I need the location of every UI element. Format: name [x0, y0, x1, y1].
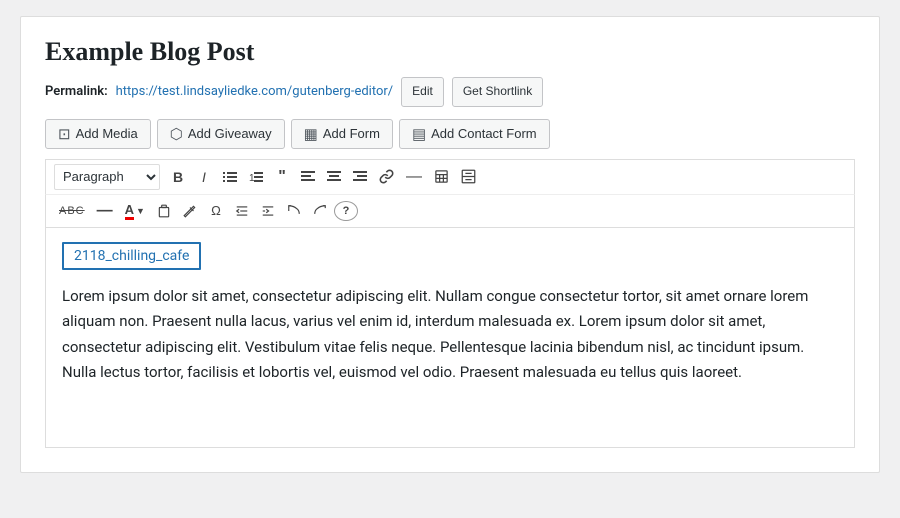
post-slug[interactable]: 2118_chilling_cafe: [62, 242, 201, 270]
svg-text:1.: 1.: [249, 173, 257, 184]
contact-form-icon: ▤: [412, 125, 426, 143]
outdent-button[interactable]: [230, 201, 254, 221]
table-button[interactable]: [429, 166, 454, 187]
more-button[interactable]: [456, 166, 481, 187]
link-button[interactable]: [374, 166, 399, 187]
media-toolbar-row: ⊡ Add Media ⬡ Add Giveaway ▦ Add Form ▤ …: [45, 119, 855, 149]
edit-permalink-button[interactable]: Edit: [401, 77, 444, 107]
clear-formatting-button[interactable]: [178, 201, 202, 221]
add-giveaway-label: Add Giveaway: [188, 126, 272, 141]
add-contact-form-button[interactable]: ▤ Add Contact Form: [399, 119, 550, 149]
font-color-button[interactable]: A ▼: [120, 199, 150, 223]
format-toolbar-1: Paragraph Heading 1 Heading 2 Heading 3 …: [45, 159, 855, 194]
format-toolbar-2: ABC — A ▼ Ω ?: [45, 194, 855, 228]
add-giveaway-button[interactable]: ⬡ Add Giveaway: [157, 119, 285, 149]
giveaway-icon: ⬡: [170, 125, 183, 143]
strikethrough-button[interactable]: ABC: [54, 202, 90, 220]
get-shortlink-button[interactable]: Get Shortlink: [452, 77, 543, 107]
editor-content-area[interactable]: 2118_chilling_cafe Lorem ipsum dolor sit…: [45, 228, 855, 448]
indent-button[interactable]: [256, 201, 280, 221]
undo-button[interactable]: [282, 201, 306, 221]
numbered-list-button[interactable]: 1.: [244, 167, 268, 187]
align-left-button[interactable]: [296, 168, 320, 186]
help-button[interactable]: ?: [334, 201, 358, 221]
em-dash-button[interactable]: —: [92, 199, 118, 223]
add-form-button[interactable]: ▦ Add Form: [291, 119, 393, 149]
redo-button[interactable]: [308, 201, 332, 221]
bold-button[interactable]: B: [166, 166, 190, 188]
horizontal-rule-button[interactable]: —: [401, 165, 427, 189]
form-icon: ▦: [304, 125, 318, 143]
editor-container: Example Blog Post Permalink: https://tes…: [20, 16, 880, 473]
body-text: Lorem ipsum dolor sit amet, consectetur …: [62, 284, 838, 386]
add-media-button[interactable]: ⊡ Add Media: [45, 119, 151, 149]
add-form-label: Add Form: [323, 126, 380, 141]
permalink-row: Permalink: https://test.lindsayliedke.co…: [45, 77, 855, 107]
special-chars-button[interactable]: Ω: [204, 200, 228, 221]
paragraph-select[interactable]: Paragraph Heading 1 Heading 2 Heading 3 …: [54, 164, 160, 190]
media-icon: ⊡: [58, 125, 71, 143]
permalink-link[interactable]: https://test.lindsayliedke.com/gutenberg…: [116, 84, 394, 99]
add-contact-form-label: Add Contact Form: [431, 126, 537, 141]
paste-text-button[interactable]: [152, 201, 176, 221]
add-media-label: Add Media: [76, 126, 138, 141]
align-center-button[interactable]: [322, 168, 346, 186]
italic-button[interactable]: I: [192, 166, 216, 188]
blockquote-button[interactable]: ": [270, 165, 294, 189]
permalink-label: Permalink:: [45, 84, 108, 99]
align-right-button[interactable]: [348, 168, 372, 186]
bullet-list-button[interactable]: [218, 167, 242, 187]
post-title[interactable]: Example Blog Post: [45, 37, 855, 67]
